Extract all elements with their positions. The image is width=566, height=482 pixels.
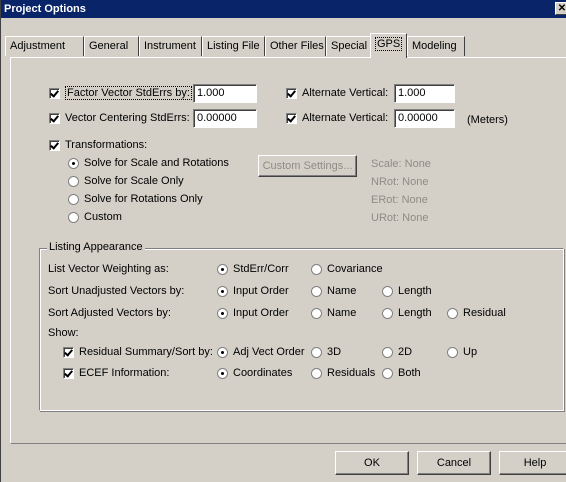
radio-unadjusted-length[interactable] [382,286,393,297]
alt-vertical-2-checkbox[interactable] [286,113,297,124]
label-unadjusted-input-order: Input Order [233,285,289,297]
tab-gps-label: GPS [375,37,403,51]
label-weighting-covariance: Covariance [327,263,383,275]
label-residual-2d: 2D [398,346,413,358]
tab-instrument[interactable]: Instrument [139,36,202,56]
adjusted-label: Sort Adjusted Vectors by: [48,307,171,319]
radio-residual-adj-vect-order[interactable] [217,347,228,358]
listing-appearance-title: Listing Appearance [47,241,145,254]
erot-readout: ERot: None [371,194,428,206]
weighting-label: List Vector Weighting as: [48,263,169,275]
label-custom: Custom [84,211,122,223]
label-adjusted-length: Length [398,307,432,319]
tab-listing-file[interactable]: Listing File [202,36,265,56]
meters-unit-label: (Meters) [467,114,508,126]
label-ecef-coordinates: Coordinates [233,367,293,379]
tab-gps[interactable]: GPS [370,33,407,58]
ok-button[interactable]: OK [335,451,409,475]
factor-vector-field[interactable]: 1.000 [193,84,257,103]
show-label: Show: [48,327,79,339]
close-button[interactable]: ✕ [555,2,566,15]
label-solve-scale-only: Solve for Scale Only [84,175,184,187]
residual-summary-label: Residual Summary/Sort by: [79,346,213,358]
label-residual-adj-vect-order: Adj Vect Order [233,346,305,358]
label-ecef-both: Both [398,367,421,379]
radio-adjusted-name[interactable] [311,308,322,319]
project-options-dialog: Project Options ✕ Adjustment General Ins… [0,0,566,482]
title-bar: Project Options ✕ [1,0,566,18]
radio-unadjusted-input-order[interactable] [217,286,228,297]
radio-residual-up[interactable] [447,347,458,358]
label-ecef-residuals: Residuals [327,367,376,379]
radio-solve-rotations-only[interactable] [68,194,79,205]
label-weighting-stderr: StdErr/Corr [233,263,289,275]
label-adjusted-residual: Residual [463,307,506,319]
alt-vertical-1-field[interactable]: 1.000 [394,84,455,103]
label-adjusted-input-order: Input Order [233,307,289,319]
tab-other-files[interactable]: Other Files [265,36,326,56]
label-unadjusted-name: Name [327,285,357,297]
cancel-button[interactable]: Cancel [417,451,491,475]
radio-ecef-residuals[interactable] [311,368,322,379]
label-solve-rotations-only: Solve for Rotations Only [84,193,203,205]
radio-custom[interactable] [68,212,79,223]
nrot-readout: NRot: None [371,176,429,188]
radio-weighting-covariance[interactable] [311,264,322,275]
label-residual-up: Up [463,346,478,358]
tab-adjustment[interactable]: Adjustment [5,36,84,56]
label-adjusted-name: Name [327,307,357,319]
label-unadjusted-length: Length [398,285,432,297]
radio-residual-3d[interactable] [311,347,322,358]
radio-solve-scale-rotations[interactable] [68,158,79,169]
vector-centering-field[interactable]: 0.00000 [193,109,257,128]
transformations-label: Transformations: [65,139,148,151]
tab-special[interactable]: Special [326,36,372,56]
residual-summary-checkbox[interactable] [63,347,74,358]
tab-general[interactable]: General [84,36,139,56]
alt-vertical-1-checkbox[interactable] [286,88,297,99]
alt-vertical-2-label: Alternate Vertical: [302,112,389,124]
label-residual-3d: 3D [327,346,342,358]
ecef-checkbox[interactable] [63,368,74,379]
radio-residual-2d[interactable] [382,347,393,358]
radio-adjusted-residual[interactable] [447,308,458,319]
window-title: Project Options [4,3,86,15]
factor-vector-checkbox[interactable] [49,88,60,99]
help-button[interactable]: Help [499,451,566,475]
alt-vertical-1-label: Alternate Vertical: [302,87,389,99]
radio-unadjusted-name[interactable] [311,286,322,297]
vector-centering-label: Vector Centering StdErrs: [65,112,190,124]
tab-modeling[interactable]: Modeling [407,36,465,56]
urot-readout: URot: None [371,212,429,224]
radio-adjusted-input-order[interactable] [217,308,228,319]
radio-weighting-stderr[interactable] [217,264,228,275]
unadjusted-label: Sort Unadjusted Vectors by: [48,285,185,297]
transformations-checkbox[interactable] [49,140,60,151]
factor-vector-label: Factor Vector StdErrs by: [65,86,192,100]
alt-vertical-2-field[interactable]: 0.00000 [394,109,455,128]
radio-adjusted-length[interactable] [382,308,393,319]
custom-settings-button[interactable]: Custom Settings... [258,155,357,177]
scale-readout: Scale: None [371,158,431,170]
vector-centering-checkbox[interactable] [49,113,60,124]
label-solve-scale-rotations: Solve for Scale and Rotations [84,157,229,169]
radio-solve-scale-only[interactable] [68,176,79,187]
radio-ecef-coordinates[interactable] [217,368,228,379]
radio-ecef-both[interactable] [382,368,393,379]
ecef-label: ECEF Information: [79,367,170,379]
